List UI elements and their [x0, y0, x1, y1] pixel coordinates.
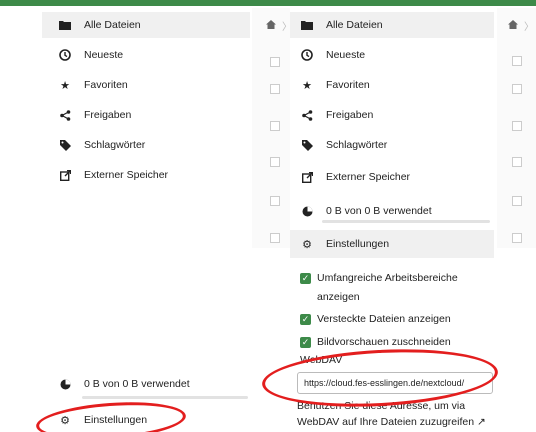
- nav-label: Schlagwörter: [84, 139, 146, 151]
- option-crop-previews[interactable]: ✓ Bildvorschauen zuschneiden: [300, 336, 451, 352]
- external-storage-icon: [300, 170, 314, 184]
- chevron-right-icon: 〉: [524, 22, 534, 33]
- star-icon: ★: [302, 79, 312, 92]
- file-row-checkbox[interactable]: [512, 196, 522, 206]
- pie-chart-icon: [58, 377, 72, 391]
- file-row-checkbox[interactable]: [512, 157, 522, 167]
- nav-label: Neueste: [326, 49, 366, 61]
- external-storage-icon: [58, 168, 72, 182]
- share-icon: [300, 108, 314, 122]
- file-row-checkbox[interactable]: [270, 233, 280, 243]
- file-row-checkbox[interactable]: [270, 57, 280, 67]
- quota-bar: [322, 220, 490, 223]
- nav-label: Favoriten: [84, 79, 128, 91]
- webdav-hint-line2[interactable]: WebDAV auf Ihre Dateien zuzugreifen ↗: [297, 416, 486, 428]
- header-bar: [0, 0, 536, 6]
- folder-icon: [58, 18, 72, 32]
- option-label: Umfangreiche Arbeitsbereiche anzeigen: [317, 272, 458, 303]
- breadcrumb-home[interactable]: 〉: [266, 18, 292, 33]
- file-row-checkbox[interactable]: [270, 157, 280, 167]
- file-row-checkbox[interactable]: [512, 121, 522, 131]
- file-row-checkbox[interactable]: [270, 196, 280, 206]
- webdav-title: WebDAV: [300, 354, 343, 366]
- left-nav-quota: 0 B von 0 B verwendet: [58, 373, 190, 395]
- tag-icon: [300, 138, 314, 152]
- webdav-url-field[interactable]: [297, 372, 493, 394]
- file-row-checkbox[interactable]: [512, 84, 522, 94]
- quota-bar: [82, 396, 248, 399]
- gear-icon: ⚙: [60, 414, 70, 427]
- nav-label: Neueste: [84, 49, 124, 61]
- right-nav-external-storage[interactable]: Externer Speicher: [300, 166, 410, 188]
- checkbox-checked-icon[interactable]: ✓: [300, 273, 311, 284]
- quota-text: 0 B von 0 B verwendet: [84, 378, 190, 390]
- pie-chart-icon: [300, 204, 314, 218]
- home-icon: [508, 19, 518, 32]
- option-hidden-files[interactable]: ✓ Versteckte Dateien anzeigen: [300, 313, 451, 329]
- file-row-checkbox[interactable]: [270, 84, 280, 94]
- nav-label: Einstellungen: [84, 414, 148, 426]
- right-nav-shares[interactable]: Freigaben: [300, 104, 373, 126]
- nav-label: Externer Speicher: [326, 171, 411, 183]
- checkbox-checked-icon[interactable]: ✓: [300, 337, 311, 348]
- left-nav-tags[interactable]: Schlagwörter: [58, 134, 145, 156]
- file-row-checkbox[interactable]: [270, 121, 280, 131]
- right-nav-settings[interactable]: ⚙ Einstellungen: [300, 233, 389, 255]
- tag-icon: [58, 138, 72, 152]
- right-nav-quota: 0 B von 0 B verwendet: [300, 200, 432, 222]
- right-nav-recent[interactable]: Neueste: [300, 44, 365, 66]
- file-row-checkbox[interactable]: [512, 233, 522, 243]
- left-nav-all-files[interactable]: Alle Dateien: [58, 14, 141, 36]
- nav-label: Freigaben: [84, 109, 132, 121]
- nav-label: Alle Dateien: [84, 19, 141, 31]
- gear-icon: ⚙: [302, 238, 312, 251]
- nav-label: Freigaben: [326, 109, 374, 121]
- option-label: Bildvorschauen zuschneiden: [317, 336, 451, 348]
- clock-icon: [300, 48, 314, 62]
- nav-label: Einstellungen: [326, 238, 390, 250]
- right-nav-favorites[interactable]: ★ Favoriten: [300, 74, 370, 96]
- nav-label: Alle Dateien: [326, 19, 383, 31]
- home-icon: [266, 19, 276, 32]
- left-nav-shares[interactable]: Freigaben: [58, 104, 131, 126]
- left-nav-settings[interactable]: ⚙ Einstellungen: [58, 409, 147, 431]
- share-icon: [58, 108, 72, 122]
- checkbox-checked-icon[interactable]: ✓: [300, 314, 311, 325]
- nav-label: Schlagwörter: [326, 139, 388, 151]
- clock-icon: [58, 48, 72, 62]
- option-wide-workspaces[interactable]: ✓ Umfangreiche Arbeitsbereiche anzeigen: [300, 272, 490, 307]
- nav-label: Externer Speicher: [84, 169, 169, 181]
- left-nav-favorites[interactable]: ★ Favoriten: [58, 74, 128, 96]
- file-row-checkbox[interactable]: [512, 56, 522, 66]
- star-icon: ★: [60, 79, 70, 92]
- breadcrumb-home[interactable]: 〉: [508, 18, 534, 33]
- right-nav-all-files[interactable]: Alle Dateien: [300, 14, 383, 36]
- left-nav-recent[interactable]: Neueste: [58, 44, 123, 66]
- webdav-hint-line1: Benutzen Sie diese Adresse, um via: [297, 400, 466, 412]
- quota-text: 0 B von 0 B verwendet: [326, 205, 432, 217]
- left-nav-external-storage[interactable]: Externer Speicher: [58, 164, 168, 186]
- right-nav-tags[interactable]: Schlagwörter: [300, 134, 387, 156]
- nav-label: Favoriten: [326, 79, 370, 91]
- option-label: Versteckte Dateien anzeigen: [317, 313, 451, 325]
- folder-icon: [300, 18, 314, 32]
